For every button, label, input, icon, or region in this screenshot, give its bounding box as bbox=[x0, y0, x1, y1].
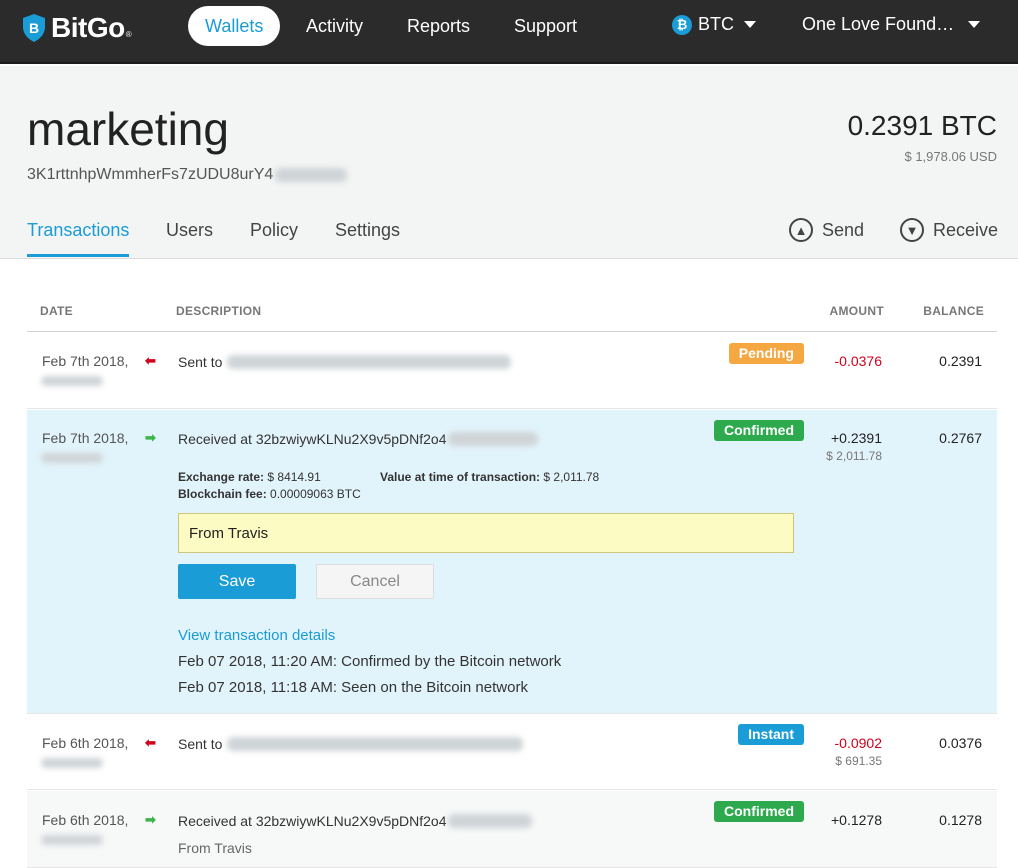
row-date: Feb 7th 2018, bbox=[42, 430, 129, 446]
table-row[interactable]: Feb 7th 2018, ⬅ Sent to Pending -0.0376 … bbox=[27, 333, 997, 409]
top-navbar: B BitGo ® Wallets Activity Reports Suppo… bbox=[0, 0, 1018, 64]
table-row-expanded[interactable]: Feb 7th 2018, ➡ Received at 32bzwiywKLNu… bbox=[27, 410, 997, 714]
value-at-time-value: $ 2,011.78 bbox=[543, 470, 600, 484]
org-selector[interactable]: One Love Found… bbox=[802, 14, 981, 35]
receive-button[interactable]: ▼ Receive bbox=[900, 218, 998, 242]
row-description: Sent to bbox=[178, 736, 524, 752]
org-label: One Love Found… bbox=[802, 14, 955, 34]
table-row[interactable]: Feb 6th 2018, ➡ Received at 32bzwiywKLNu… bbox=[27, 791, 997, 868]
cancel-button[interactable]: Cancel bbox=[316, 564, 434, 599]
status-badge: Confirmed bbox=[714, 801, 804, 822]
column-date: DATE bbox=[40, 304, 73, 318]
exchange-rate-label: Exchange rate: bbox=[178, 470, 265, 484]
value-at-time: Value at time of transaction: $ 2,011.78 bbox=[380, 470, 599, 484]
bitcoin-icon: ₿ bbox=[672, 14, 692, 35]
bitgo-logo[interactable]: B BitGo ® bbox=[22, 12, 132, 44]
arrow-left-icon: ⬅ bbox=[145, 735, 156, 750]
row-description-text: Sent to bbox=[178, 354, 223, 370]
wallet-name: marketing bbox=[27, 103, 229, 155]
redacted-address bbox=[448, 814, 533, 828]
arrow-left-icon: ⬅ bbox=[145, 353, 156, 368]
redacted-time bbox=[41, 376, 103, 386]
row-amount-usd: $ 2,011.78 bbox=[826, 449, 882, 463]
chevron-down-icon bbox=[968, 21, 981, 28]
logo-text: BitGo bbox=[51, 12, 125, 43]
row-description: Received at 32bzwiywKLNu2X9v5pDNf2o4 bbox=[178, 813, 533, 829]
row-balance: 0.2391 bbox=[939, 353, 982, 369]
wallet-header: marketing 3K1rttnhpWmmherFs7zUDU8urY4 0.… bbox=[0, 66, 1018, 259]
send-label: Send bbox=[822, 219, 865, 240]
receive-label: Receive bbox=[933, 219, 999, 240]
view-transaction-details-link[interactable]: View transaction details bbox=[178, 627, 335, 644]
redacted-address bbox=[275, 168, 348, 182]
event-seen: Feb 07 2018, 11:18 AM: Seen on the Bitco… bbox=[178, 679, 528, 696]
row-balance: 0.2767 bbox=[939, 430, 982, 446]
redacted-time bbox=[41, 453, 103, 463]
send-button[interactable]: ▲ Send bbox=[789, 218, 864, 242]
blockchain-fee-label: Blockchain fee: bbox=[178, 487, 267, 501]
row-amount: +0.1278 bbox=[831, 812, 882, 828]
redacted-address bbox=[448, 432, 539, 446]
arrow-right-icon: ➡ bbox=[145, 430, 156, 445]
row-description: Sent to bbox=[178, 354, 512, 370]
coin-selector[interactable]: ₿ BTC bbox=[672, 14, 756, 35]
arrow-up-circle-icon: ▲ bbox=[789, 218, 813, 242]
memo-input[interactable] bbox=[178, 513, 794, 553]
active-tab-indicator bbox=[27, 254, 129, 257]
exchange-rate-value: $ 8414.91 bbox=[267, 470, 321, 484]
coin-label: BTC bbox=[698, 14, 734, 34]
svg-text:B: B bbox=[29, 20, 39, 36]
row-date: Feb 6th 2018, bbox=[42, 735, 129, 751]
row-description-text: Received at 32bzwiywKLNu2X9v5pDNf2o4 bbox=[178, 813, 447, 829]
table-row[interactable]: Feb 6th 2018, ⬅ Sent to Instant -0.0902 … bbox=[27, 714, 997, 790]
column-description: DESCRIPTION bbox=[176, 304, 262, 318]
row-balance: 0.0376 bbox=[939, 735, 982, 751]
redacted-address bbox=[227, 355, 512, 369]
tab-transactions[interactable]: Transactions bbox=[27, 220, 129, 241]
wallet-balance-usd: $ 1,978.06 USD bbox=[904, 149, 997, 164]
tab-policy[interactable]: Policy bbox=[250, 220, 298, 241]
value-at-time-label: Value at time of transaction: bbox=[380, 470, 541, 484]
event-confirmed: Feb 07 2018, 11:20 AM: Confirmed by the … bbox=[178, 653, 562, 670]
row-description-text: Sent to bbox=[178, 736, 223, 752]
nav-support[interactable]: Support bbox=[497, 6, 594, 46]
shield-logo-icon: B bbox=[23, 14, 45, 42]
column-balance: BALANCE bbox=[923, 304, 984, 318]
row-amount: -0.0902 bbox=[834, 735, 882, 751]
column-amount: AMOUNT bbox=[829, 304, 884, 318]
save-button[interactable]: Save bbox=[178, 564, 296, 599]
wallet-address[interactable]: 3K1rttnhpWmmherFs7zUDU8urY4 bbox=[27, 166, 348, 184]
logo-registered-mark: ® bbox=[125, 29, 132, 39]
row-amount-usd: $ 691.35 bbox=[835, 754, 882, 768]
nav-wallets[interactable]: Wallets bbox=[188, 6, 281, 46]
redacted-address bbox=[227, 737, 524, 751]
row-amount: -0.0376 bbox=[834, 353, 882, 369]
row-date: Feb 7th 2018, bbox=[42, 353, 129, 369]
row-balance: 0.1278 bbox=[939, 812, 982, 828]
status-badge: Pending bbox=[728, 343, 804, 364]
row-memo: From Travis bbox=[178, 840, 252, 856]
redacted-time bbox=[41, 758, 103, 768]
status-badge: Confirmed bbox=[714, 420, 804, 441]
chevron-down-icon bbox=[744, 21, 756, 28]
wallet-balance: 0.2391 BTC bbox=[847, 110, 997, 141]
redacted-time bbox=[41, 835, 103, 845]
blockchain-fee: Blockchain fee: 0.00009063 BTC bbox=[178, 487, 361, 501]
row-description: Received at 32bzwiywKLNu2X9v5pDNf2o4 bbox=[178, 431, 539, 447]
arrow-right-icon: ➡ bbox=[145, 812, 156, 827]
exchange-rate: Exchange rate: $ 8414.91 bbox=[178, 470, 321, 484]
wallet-address-text: 3K1rttnhpWmmherFs7zUDU8urY4 bbox=[27, 166, 274, 183]
status-badge: Instant bbox=[738, 724, 804, 745]
transactions-table-header: DATE DESCRIPTION AMOUNT BALANCE bbox=[27, 290, 997, 332]
nav-activity[interactable]: Activity bbox=[289, 6, 380, 46]
blockchain-fee-value: 0.00009063 BTC bbox=[270, 487, 361, 501]
row-amount: +0.2391 bbox=[831, 430, 882, 446]
row-description-text: Received at 32bzwiywKLNu2X9v5pDNf2o4 bbox=[178, 431, 447, 447]
tab-users[interactable]: Users bbox=[166, 220, 213, 241]
row-date: Feb 6th 2018, bbox=[42, 812, 129, 828]
nav-reports[interactable]: Reports bbox=[390, 6, 487, 46]
arrow-down-circle-icon: ▼ bbox=[900, 218, 924, 242]
tab-settings[interactable]: Settings bbox=[335, 220, 400, 241]
